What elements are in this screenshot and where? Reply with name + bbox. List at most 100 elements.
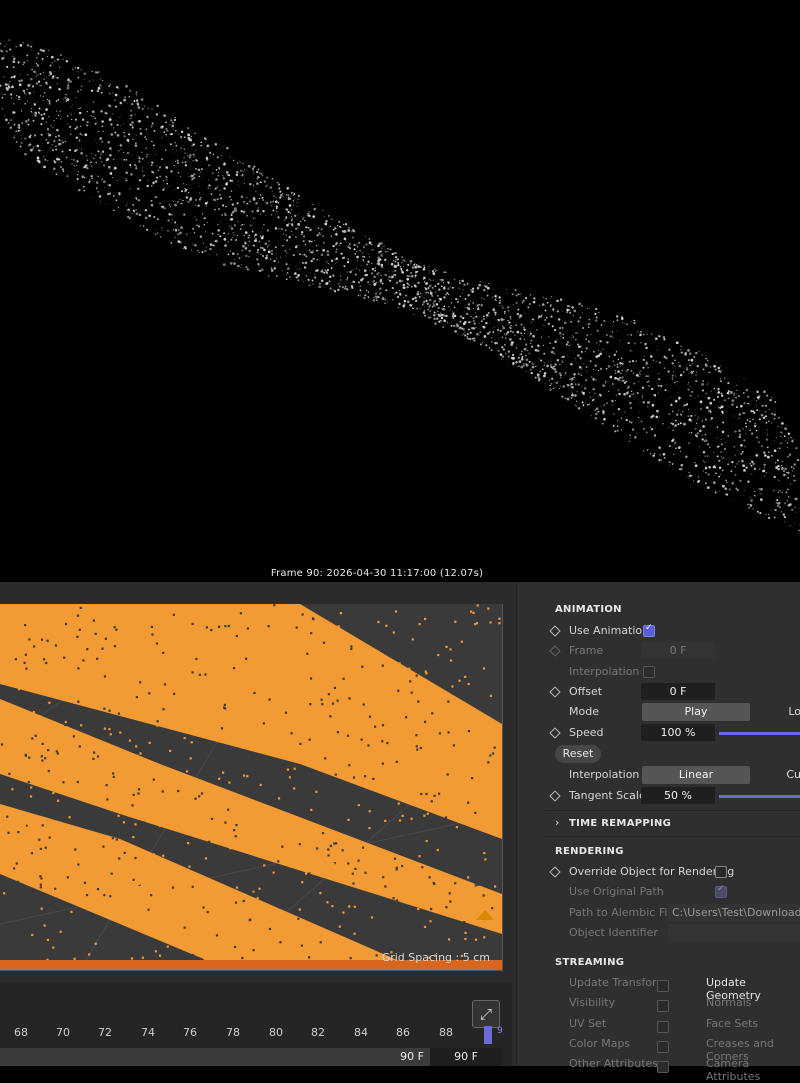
keyframe-icon[interactable] [549, 625, 560, 636]
use-original-path-label: Use Original Path [569, 885, 664, 898]
interp-cubic-button[interactable]: Cu [753, 766, 800, 784]
update-transform-label: Update Transform [569, 976, 667, 994]
tangent-scale-label: Tangent Scale [569, 789, 646, 802]
path-field: C:\Users\Test\Downloads\N [668, 904, 800, 921]
chevron-right-icon[interactable]: › [555, 816, 559, 829]
normals-label: Normals [706, 996, 752, 1014]
row-path: Path to Alembic File C:\Users\Test\Downl… [517, 903, 800, 923]
mode-loop-button[interactable]: Lo [753, 703, 800, 721]
row-offset: Offset 0 F [517, 682, 800, 702]
other-attributes-label: Other Attributes [569, 1057, 658, 1075]
visibility-label: Visibility [569, 996, 615, 1014]
row-use-original-path: Use Original Path [517, 882, 800, 902]
row-mode: Mode Play Lo [517, 702, 800, 722]
interpolation-checkbox [643, 666, 655, 678]
tick-label: 76 [183, 1026, 197, 1039]
tick-label: 72 [98, 1026, 112, 1039]
use-animation-checkbox[interactable] [643, 625, 655, 637]
keyframe-icon[interactable] [549, 790, 560, 801]
interpolation-label: Interpolation [569, 768, 639, 781]
update-geometry-label: Update Geometry [706, 976, 800, 994]
face-sets-label: Face Sets [706, 1017, 758, 1035]
keyframe-icon[interactable] [549, 727, 560, 738]
viewport[interactable]: Grid Spacing : 5 cm [0, 604, 503, 971]
divider [545, 810, 800, 811]
axis-indicator-icon [476, 910, 494, 920]
object-identifier-label: Object Identifier [569, 926, 658, 939]
camera-attributes-label: Camera Attributes [706, 1057, 800, 1075]
tick-label: 80 [269, 1026, 283, 1039]
visibility-checkbox [657, 1000, 669, 1012]
frame-label: Frame [569, 644, 603, 657]
current-frame-field[interactable]: 90 F [360, 1048, 432, 1066]
row-tangent-scale: Tangent Scale 50 % [517, 786, 800, 806]
reset-button[interactable]: Reset [555, 745, 601, 763]
viewport-particles [0, 604, 502, 970]
row-override: Override Object for Rendering [517, 862, 800, 882]
tick-label: 88 [439, 1026, 453, 1039]
speed-field[interactable]: 100 % [641, 724, 715, 741]
render-preview: Frame 90: 2026-04-30 11:17:00 (12.07s) [0, 0, 800, 582]
timeline-ticks: 68 70 72 74 76 78 80 82 84 86 88 9 [0, 1026, 512, 1046]
particle-render [0, 0, 800, 582]
speed-slider[interactable] [719, 732, 800, 735]
offset-field[interactable]: 0 F [641, 683, 715, 700]
end-frame-field[interactable]: 90 F [430, 1048, 502, 1066]
keyframe-icon [549, 645, 560, 656]
mode-play-button[interactable]: Play [642, 703, 750, 721]
attribute-panel: ANIMATION Use Animation Frame 0 F Interp… [516, 582, 800, 1066]
playhead[interactable] [484, 1026, 492, 1044]
tick-label: 84 [354, 1026, 368, 1039]
color-maps-label: Color Maps [569, 1037, 630, 1055]
section-time-remapping[interactable]: TIME REMAPPING [569, 818, 671, 829]
path-label: Path to Alembic File [569, 906, 677, 919]
row-use-animation: Use Animation [517, 621, 800, 641]
row-frame: Frame 0 F [517, 641, 800, 661]
timeline[interactable]: ⤢ 68 70 72 74 76 78 80 82 84 86 88 9 90 … [0, 982, 512, 1066]
row-interpolation: Interpolation Linear Cu [517, 765, 800, 785]
section-animation-title: ANIMATION [555, 604, 622, 615]
viewport-particle-bands [0, 604, 502, 970]
tick-label: 68 [14, 1026, 28, 1039]
grid-spacing-label: Grid Spacing : 5 cm [382, 951, 490, 964]
tick-label-end: 9 [497, 1026, 503, 1036]
section-rendering-title: RENDERING [555, 846, 624, 857]
override-checkbox[interactable] [715, 866, 727, 878]
use-animation-label: Use Animation [569, 624, 649, 637]
creases-label: Creases and Corners [706, 1037, 800, 1055]
row-reset: Reset [517, 745, 800, 765]
row-time-remapping[interactable]: › TIME REMAPPING [517, 814, 800, 834]
tick-label: 78 [226, 1026, 240, 1039]
tangent-scale-slider[interactable] [719, 795, 800, 798]
editor-area: Grid Spacing : 5 cm ⤢ 68 70 72 74 76 78 … [0, 582, 800, 1066]
keyframe-icon[interactable] [549, 686, 560, 697]
section-streaming-title: STREAMING [555, 957, 624, 968]
particle-cloud [0, 39, 800, 531]
update-transform-checkbox [657, 980, 669, 992]
tick-label: 86 [396, 1026, 410, 1039]
frame-field: 0 F [641, 642, 715, 659]
tick-label: 74 [141, 1026, 155, 1039]
row-interpolation-dim: Interpolation [517, 662, 800, 682]
use-original-path-checkbox [715, 886, 727, 898]
tangent-scale-field[interactable]: 50 % [641, 787, 715, 804]
other-attributes-checkbox [657, 1061, 669, 1073]
object-identifier-field [668, 924, 800, 941]
keyframe-icon[interactable] [549, 866, 560, 877]
override-label: Override Object for Rendering [569, 865, 734, 878]
divider [545, 836, 800, 837]
frame-caption: Frame 90: 2026-04-30 11:17:00 (12.07s) [0, 568, 754, 579]
timeline-fit-icon[interactable]: ⤢ [472, 1000, 500, 1028]
uv-set-checkbox [657, 1021, 669, 1033]
offset-label: Offset [569, 685, 602, 698]
row-speed: Speed 100 % [517, 723, 800, 743]
tick-label: 82 [311, 1026, 325, 1039]
interpolation-label: Interpolation [569, 665, 639, 678]
interp-linear-button[interactable]: Linear [642, 766, 750, 784]
mode-label: Mode [569, 705, 599, 718]
tick-label: 70 [56, 1026, 70, 1039]
row-object-identifier: Object Identifier [517, 923, 800, 943]
speed-label: Speed [569, 726, 603, 739]
color-maps-checkbox [657, 1041, 669, 1053]
uv-set-label: UV Set [569, 1017, 606, 1035]
